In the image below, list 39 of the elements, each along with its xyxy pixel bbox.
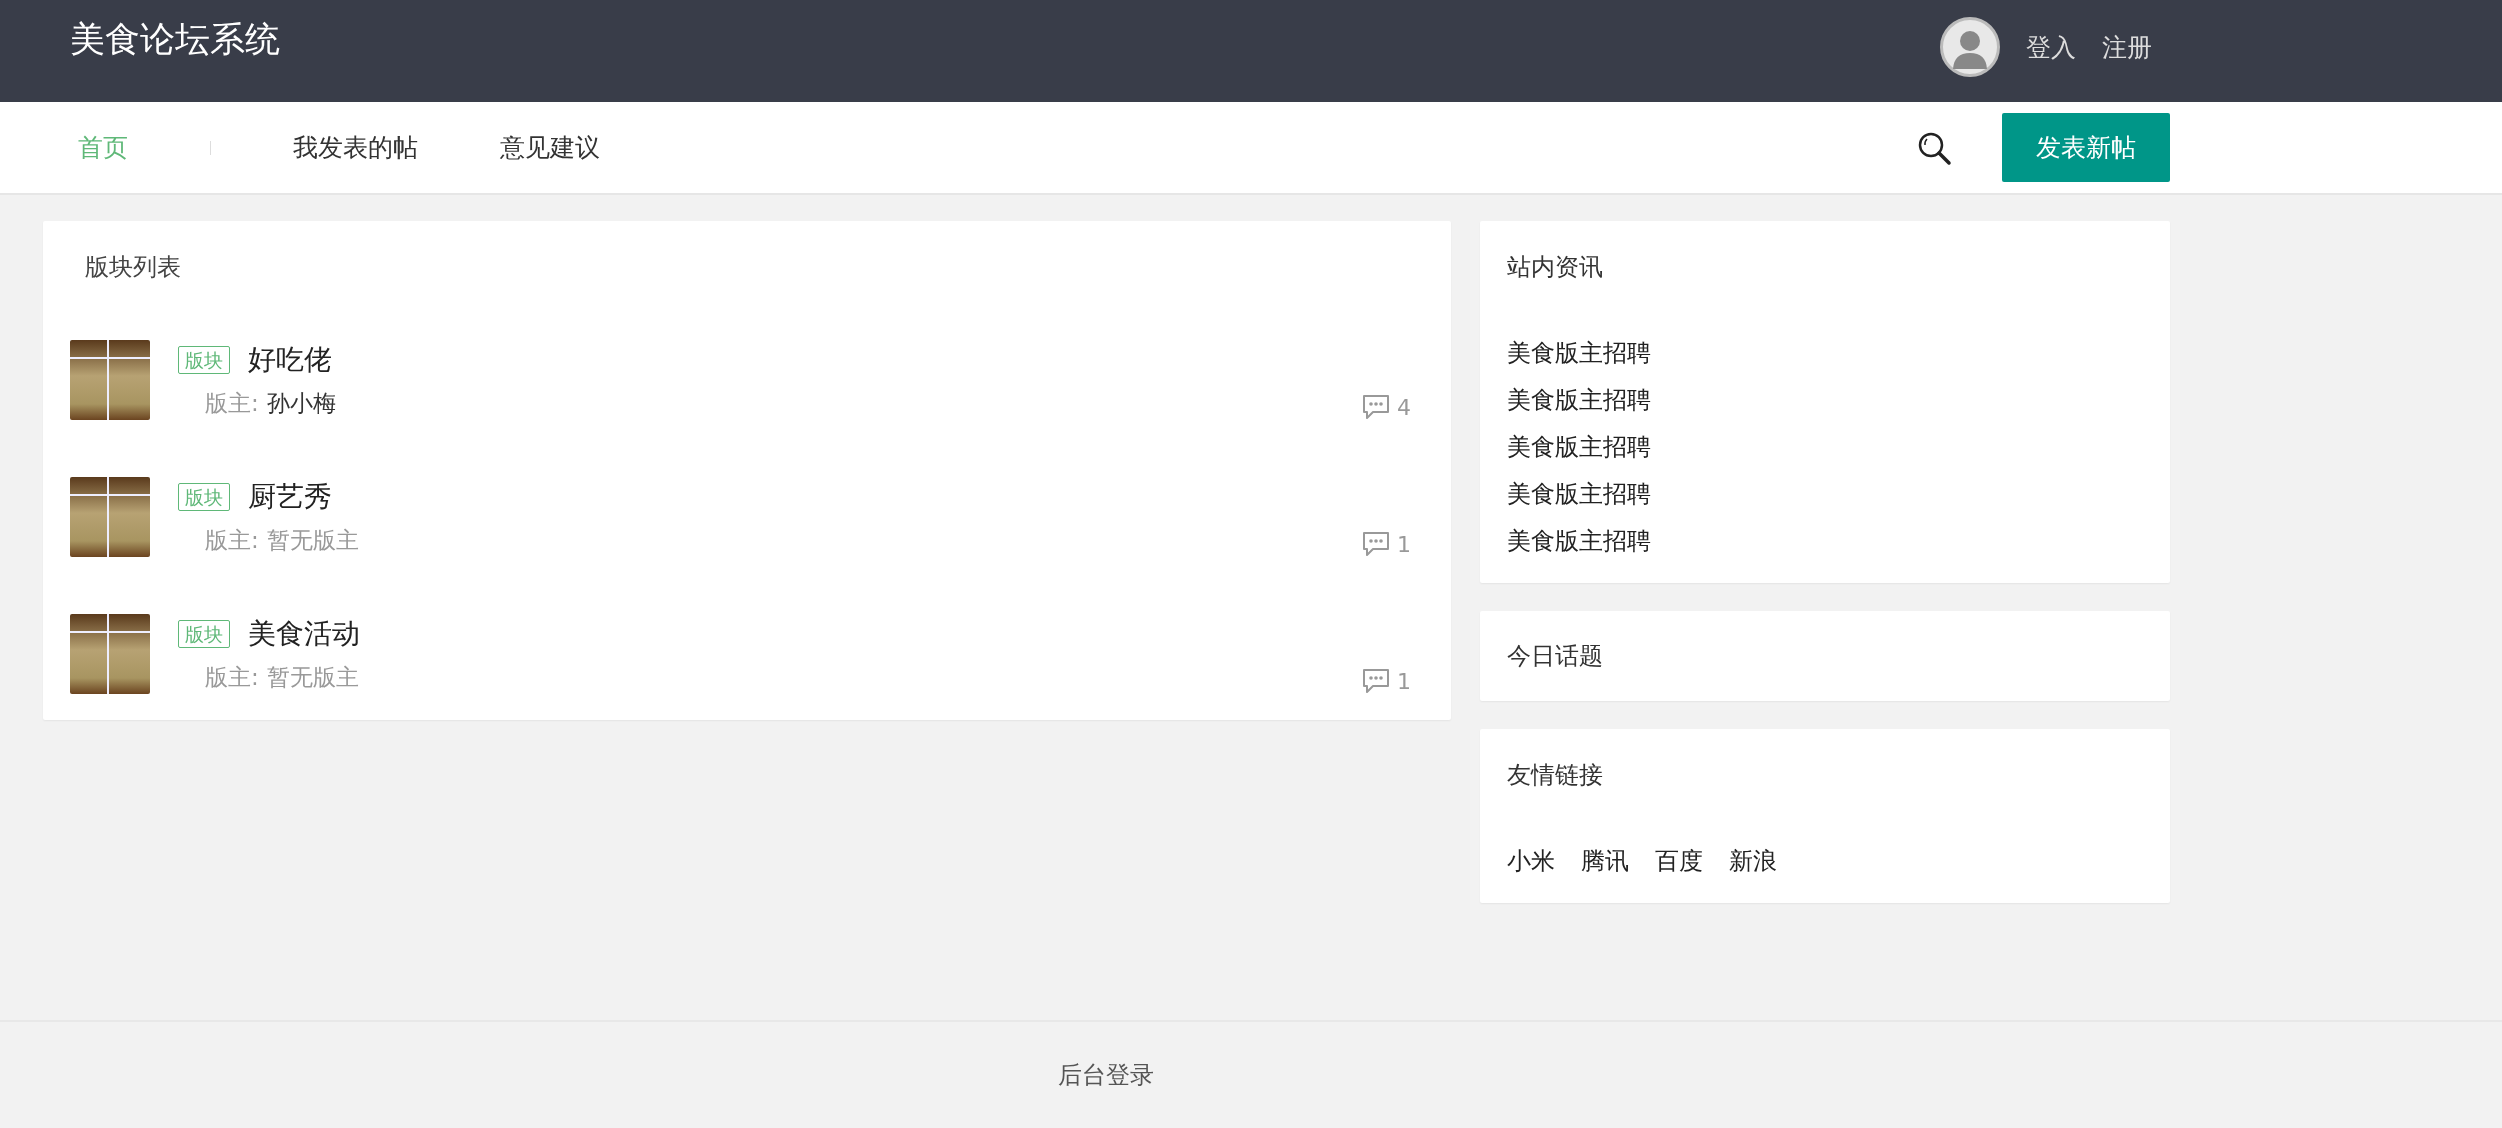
card-title: 友情链接 — [1507, 760, 1604, 791]
board-name[interactable]: 厨艺秀 — [248, 478, 332, 516]
comment-count: 4 — [1397, 394, 1411, 420]
friend-link[interactable]: 腾讯 — [1581, 838, 1629, 885]
friend-link[interactable]: 小米 — [1507, 838, 1555, 885]
card-title: 站内资讯 — [1507, 252, 1604, 283]
board-tag: 版块 — [178, 483, 230, 511]
comment-icon — [1361, 531, 1391, 557]
moderator-label: 版主: — [205, 663, 259, 692]
board-tag: 版块 — [178, 620, 230, 648]
friend-link[interactable]: 新浪 — [1729, 838, 1777, 885]
news-item[interactable]: 美食版主招聘 — [1507, 518, 2143, 565]
comment-count: 1 — [1397, 531, 1411, 557]
auth-link[interactable]: 登入 — [2026, 30, 2076, 64]
avatar-icon[interactable] — [1940, 17, 2000, 77]
friend-link[interactable]: 百度 — [1655, 838, 1703, 885]
comment-count: 1 — [1397, 668, 1411, 694]
moderator-name: 暂无版主 — [266, 526, 359, 555]
moderator-name: 暂无版主 — [266, 663, 359, 692]
news-item[interactable]: 美食版主招聘 — [1507, 377, 2143, 424]
board-name[interactable]: 美食活动 — [248, 615, 360, 653]
comment-icon — [1361, 668, 1391, 694]
nav-tab[interactable]: 意见建议 — [500, 131, 600, 164]
news-item[interactable]: 美食版主招聘 — [1507, 424, 2143, 471]
moderator-label: 版主: — [205, 389, 259, 418]
new-post-button[interactable]: 发表新帖 — [2002, 113, 2170, 182]
moderator-name: 孙小梅 — [266, 389, 336, 418]
nav-tab[interactable]: 我发表的帖 — [293, 131, 418, 164]
news-item[interactable]: 美食版主招聘 — [1507, 471, 2143, 518]
news-item[interactable]: 美食版主招聘 — [1507, 330, 2143, 377]
moderator-label: 版主: — [205, 526, 259, 555]
board-name[interactable]: 好吃佬 — [248, 341, 332, 379]
admin-login-link[interactable]: 后台登录 — [1058, 1059, 1154, 1091]
comment-icon — [1361, 394, 1391, 420]
site-title: 美食论坛系统 — [70, 18, 280, 61]
auth-link[interactable]: 注册 — [2102, 30, 2152, 64]
card-title: 今日话题 — [1507, 641, 1604, 672]
board-tag: 版块 — [178, 346, 230, 374]
card-title: 版块列表 — [84, 252, 182, 283]
